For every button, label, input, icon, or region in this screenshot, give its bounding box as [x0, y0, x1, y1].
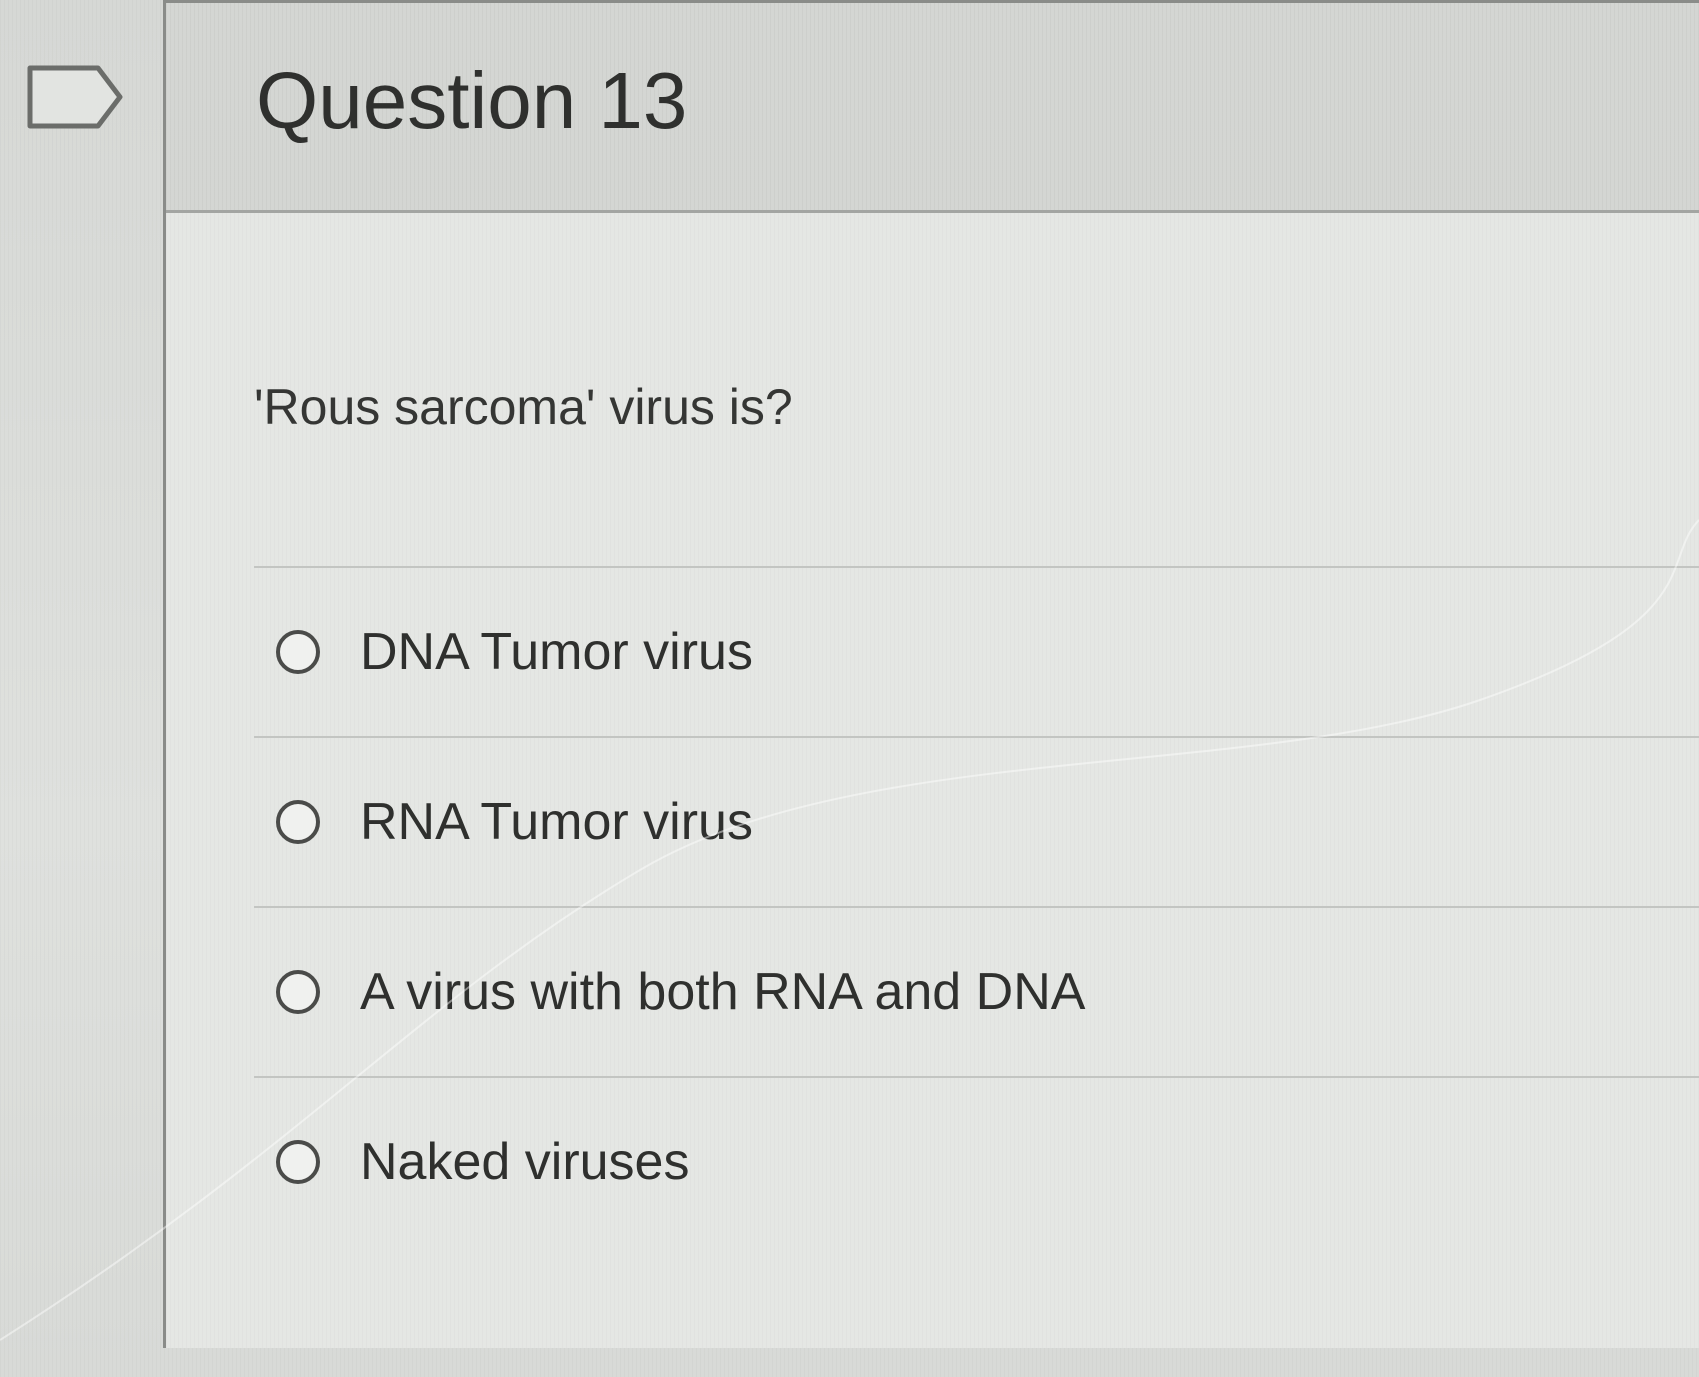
question-title: Question 13: [256, 56, 688, 145]
answer-option-4[interactable]: Naked viruses: [254, 1078, 1699, 1246]
answer-label: A virus with both RNA and DNA: [360, 963, 1086, 1021]
radio-button[interactable]: [276, 1140, 320, 1184]
answer-option-1[interactable]: DNA Tumor virus: [254, 568, 1699, 736]
answer-label: RNA Tumor virus: [360, 793, 753, 851]
radio-button[interactable]: [276, 630, 320, 674]
answer-option-2[interactable]: RNA Tumor virus: [254, 738, 1699, 906]
quiz-page: Question 13 'Rous sarcoma' virus is? DNA…: [0, 0, 1699, 1377]
answer-option-3[interactable]: A virus with both RNA and DNA: [254, 908, 1699, 1076]
radio-button[interactable]: [276, 800, 320, 844]
question-body: 'Rous sarcoma' virus is? DNA Tumor virus…: [166, 213, 1699, 1348]
answer-label: Naked viruses: [360, 1133, 690, 1191]
question-card: Question 13 'Rous sarcoma' virus is? DNA…: [163, 0, 1699, 1348]
answer-label: DNA Tumor virus: [360, 623, 753, 681]
question-header: Question 13: [166, 3, 1699, 213]
flag-question-icon[interactable]: [26, 62, 126, 132]
answer-list: DNA Tumor virus RNA Tumor virus A virus …: [254, 566, 1699, 1246]
question-text: 'Rous sarcoma' virus is?: [254, 379, 793, 435]
radio-button[interactable]: [276, 970, 320, 1014]
